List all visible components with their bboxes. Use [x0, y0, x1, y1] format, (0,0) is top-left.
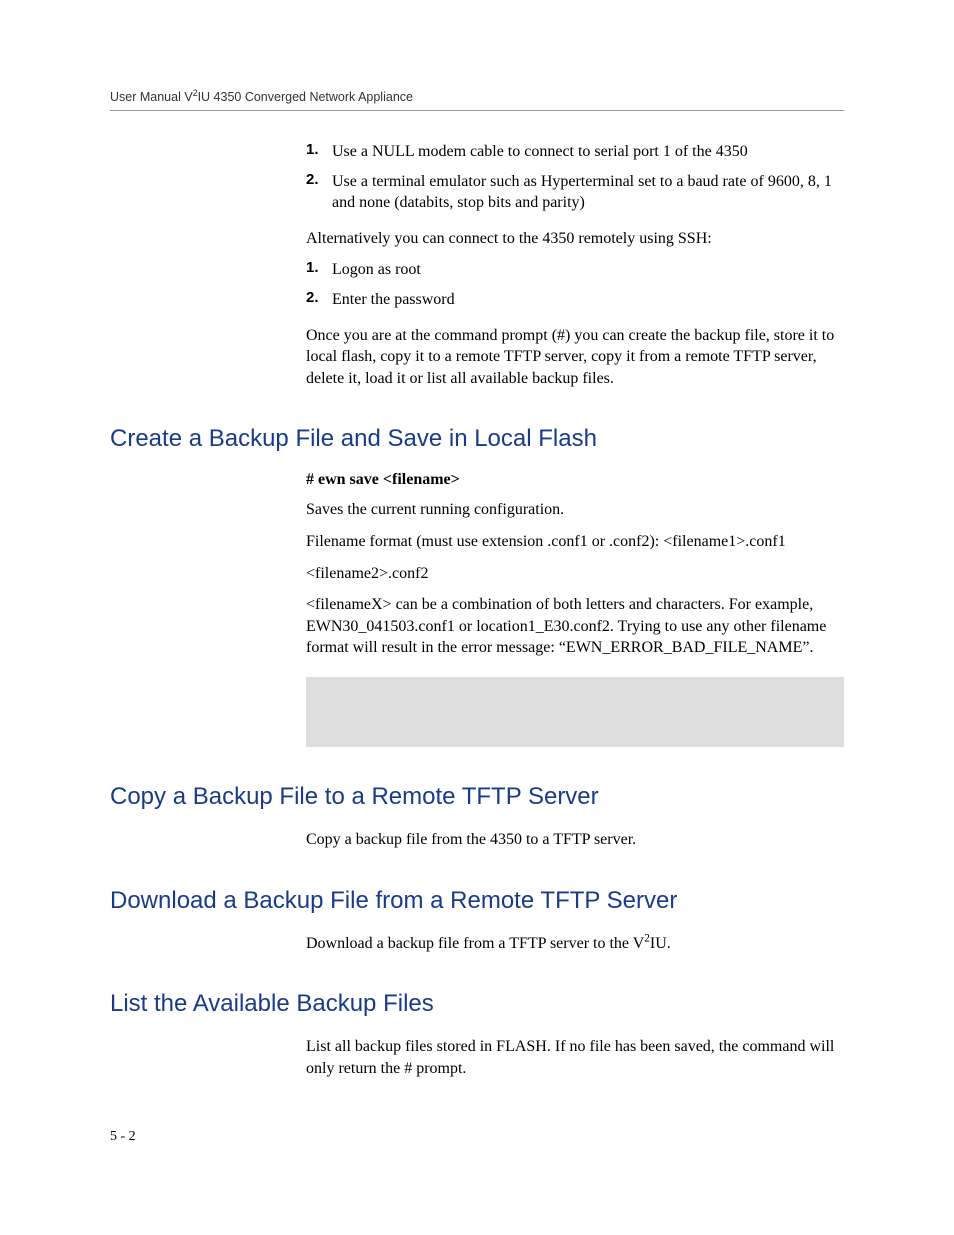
list-item: 1. Logon as root	[306, 259, 844, 281]
paragraph: Download a backup file from a TFTP serve…	[306, 933, 844, 955]
section-heading-copy-backup: Copy a Backup File to a Remote TFTP Serv…	[110, 783, 844, 811]
section-heading-list-backup: List the Available Backup Files	[110, 990, 844, 1018]
paragraph: Filename format (must use extension .con…	[306, 531, 844, 553]
list-item: 1. Use a NULL modem cable to connect to …	[306, 141, 844, 163]
section-heading-create-backup: Create a Backup File and Save in Local F…	[110, 425, 844, 453]
list-item: 2. Use a terminal emulator such as Hyper…	[306, 171, 844, 214]
section1-body: # ewn save <filename> Saves the current …	[306, 471, 844, 659]
paragraph: Once you are at the command prompt (#) y…	[306, 325, 844, 390]
paragraph: List all backup files stored in FLASH. I…	[306, 1036, 844, 1079]
list-text: Enter the password	[332, 289, 455, 311]
paragraph: Copy a backup file from the 4350 to a TF…	[306, 829, 844, 851]
paragraph: Saves the current running configuration.	[306, 499, 844, 521]
section4-body: List all backup files stored in FLASH. I…	[306, 1036, 844, 1079]
ordered-list-1: 1. Use a NULL modem cable to connect to …	[306, 141, 844, 214]
para-prefix: Download a backup file from a TFTP serve…	[306, 935, 644, 952]
paragraph: <filenameX> can be a combination of both…	[306, 594, 844, 659]
list-number: 2.	[306, 289, 332, 311]
list-text: Use a NULL modem cable to connect to ser…	[332, 141, 748, 163]
list-number: 2.	[306, 171, 332, 214]
list-number: 1.	[306, 141, 332, 163]
placeholder-box	[306, 677, 844, 747]
ordered-list-2: 1. Logon as root 2. Enter the password	[306, 259, 844, 310]
intro-block: 1. Use a NULL modem cable to connect to …	[306, 141, 844, 389]
section3-body: Download a backup file from a TFTP serve…	[306, 933, 844, 955]
paragraph: <filename2>.conf2	[306, 563, 844, 585]
command-text: # ewn save <filename>	[306, 471, 844, 489]
header-prefix: User Manual V	[110, 90, 193, 104]
header-suffix: IU 4350 Converged Network Appliance	[198, 90, 413, 104]
running-header: User Manual V2IU 4350 Converged Network …	[110, 90, 844, 111]
section-heading-download-backup: Download a Backup File from a Remote TFT…	[110, 887, 844, 915]
list-number: 1.	[306, 259, 332, 281]
list-item: 2. Enter the password	[306, 289, 844, 311]
paragraph: Alternatively you can connect to the 435…	[306, 228, 844, 250]
list-text: Logon as root	[332, 259, 421, 281]
section2-body: Copy a backup file from the 4350 to a TF…	[306, 829, 844, 851]
para-suffix: IU.	[650, 935, 671, 952]
page-number: 5 - 2	[110, 1129, 136, 1145]
list-text: Use a terminal emulator such as Hyperter…	[332, 171, 844, 214]
